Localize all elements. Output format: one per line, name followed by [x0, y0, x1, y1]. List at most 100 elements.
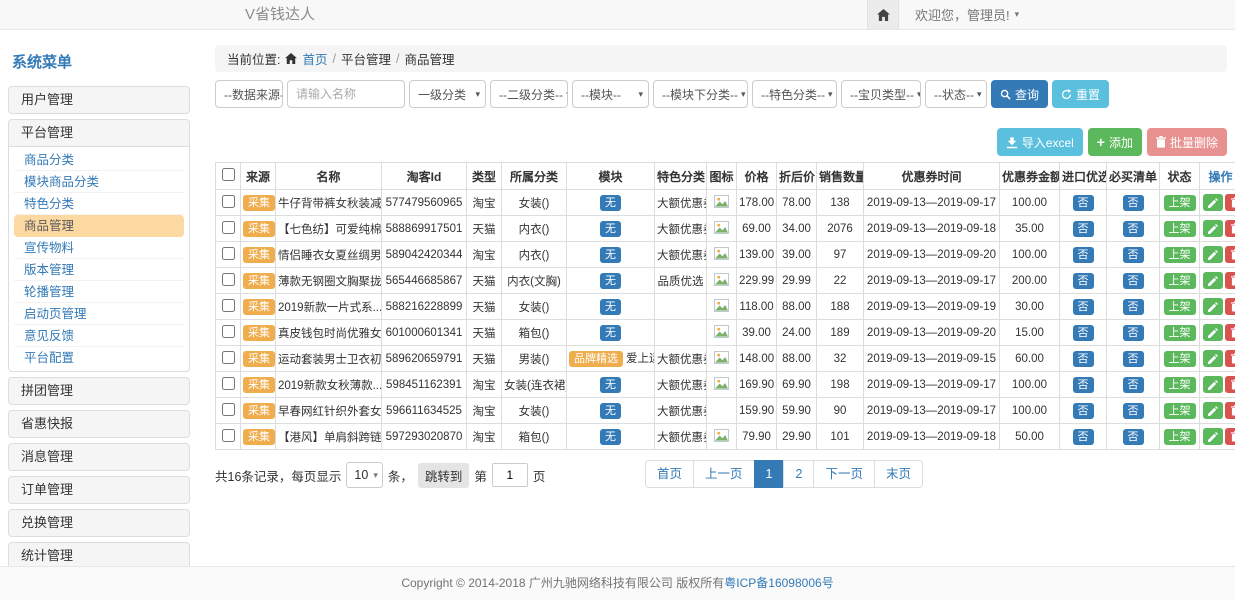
must-buy-badge[interactable]: 否 [1123, 403, 1144, 419]
delete-button[interactable] [1225, 194, 1235, 211]
delete-button[interactable] [1225, 428, 1235, 445]
reset-button[interactable]: 重置 [1052, 80, 1109, 108]
icp-link[interactable]: 粤ICP备16098006号 [724, 576, 833, 590]
must-buy-badge[interactable]: 否 [1123, 325, 1144, 341]
home-button[interactable] [867, 0, 899, 29]
select-all-checkbox[interactable] [222, 168, 235, 181]
sidebar-item-order-mgmt[interactable]: 订单管理 [9, 477, 189, 503]
edit-button[interactable] [1203, 298, 1223, 315]
sidebar-item-exchange-mgmt[interactable]: 兑换管理 [9, 510, 189, 536]
import-excel-button[interactable]: 导入excel [997, 128, 1083, 156]
pager-first[interactable]: 首页 [645, 460, 694, 488]
row-checkbox[interactable] [222, 221, 235, 234]
edit-button[interactable] [1203, 246, 1223, 263]
row-checkbox[interactable] [222, 377, 235, 390]
sidebar-subitem-version-mgmt[interactable]: 版本管理 [14, 259, 184, 281]
must-buy-badge[interactable]: 否 [1123, 429, 1144, 445]
delete-button[interactable] [1225, 272, 1235, 289]
edit-button[interactable] [1203, 194, 1223, 211]
import-select-badge[interactable]: 否 [1073, 221, 1094, 237]
sidebar-subitem-carousel-mgmt[interactable]: 轮播管理 [14, 281, 184, 303]
must-buy-badge[interactable]: 否 [1123, 247, 1144, 263]
filter-select-status[interactable]: --状态--▾ [925, 80, 987, 108]
status-badge[interactable]: 上架 [1164, 273, 1196, 289]
filter-select-data-source[interactable]: --数据来源--▾ [215, 80, 283, 108]
delete-button[interactable] [1225, 324, 1235, 341]
batch-delete-button[interactable]: 批量删除 [1147, 128, 1227, 156]
status-badge[interactable]: 上架 [1164, 403, 1196, 419]
filter-select-level2-category[interactable]: --二级分类--▾ [490, 80, 568, 108]
import-select-badge[interactable]: 否 [1073, 377, 1094, 393]
row-checkbox[interactable] [222, 299, 235, 312]
pager-page-1[interactable]: 1 [754, 460, 785, 488]
status-badge[interactable]: 上架 [1164, 195, 1196, 211]
sidebar-subitem-goods-mgmt[interactable]: 商品管理 [14, 215, 184, 237]
delete-button[interactable] [1225, 220, 1235, 237]
delete-button[interactable] [1225, 298, 1235, 315]
pager-last[interactable]: 末页 [874, 460, 923, 488]
import-select-badge[interactable]: 否 [1073, 299, 1094, 315]
filter-select-level1-category[interactable]: 一级分类▾ [409, 80, 486, 108]
import-select-badge[interactable]: 否 [1073, 429, 1094, 445]
sidebar-item-message-mgmt[interactable]: 消息管理 [9, 444, 189, 470]
import-select-badge[interactable]: 否 [1073, 195, 1094, 211]
row-checkbox[interactable] [222, 429, 235, 442]
import-select-badge[interactable]: 否 [1073, 325, 1094, 341]
status-badge[interactable]: 上架 [1164, 377, 1196, 393]
search-button[interactable]: 查询 [991, 80, 1048, 108]
row-checkbox[interactable] [222, 325, 235, 338]
pager-prev[interactable]: 上一页 [693, 460, 755, 488]
breadcrumb-home-link[interactable]: 首页 [302, 49, 327, 68]
import-select-badge[interactable]: 否 [1073, 273, 1094, 289]
row-checkbox[interactable] [222, 403, 235, 416]
product-name-input[interactable] [287, 80, 405, 108]
status-badge[interactable]: 上架 [1164, 325, 1196, 341]
row-checkbox[interactable] [222, 195, 235, 208]
status-badge[interactable]: 上架 [1164, 299, 1196, 315]
filter-select-module-subcategory[interactable]: --模块下分类--▾ [653, 80, 748, 108]
filter-select-item-type[interactable]: --宝贝类型--▾ [841, 80, 921, 108]
must-buy-badge[interactable]: 否 [1123, 221, 1144, 237]
filter-select-module[interactable]: --模块--▾ [572, 80, 649, 108]
status-badge[interactable]: 上架 [1164, 351, 1196, 367]
edit-button[interactable] [1203, 402, 1223, 419]
sidebar-subitem-feedback[interactable]: 意见反馈 [14, 325, 184, 347]
pager-next[interactable]: 下一页 [813, 460, 875, 488]
edit-button[interactable] [1203, 428, 1223, 445]
sidebar-subitem-splash-mgmt[interactable]: 启动页管理 [14, 303, 184, 325]
jump-button[interactable]: 跳转到 [418, 463, 470, 488]
sidebar-subitem-platform-config[interactable]: 平台配置 [14, 347, 184, 369]
edit-button[interactable] [1203, 220, 1223, 237]
import-select-badge[interactable]: 否 [1073, 351, 1094, 367]
row-checkbox[interactable] [222, 273, 235, 286]
delete-button[interactable] [1225, 376, 1235, 393]
delete-button[interactable] [1225, 350, 1235, 367]
filter-select-feature-category[interactable]: --特色分类--▾ [752, 80, 837, 108]
edit-button[interactable] [1203, 376, 1223, 393]
row-checkbox[interactable] [222, 247, 235, 260]
must-buy-badge[interactable]: 否 [1123, 195, 1144, 211]
per-page-select[interactable]: 10 ▾ [346, 462, 382, 488]
edit-button[interactable] [1203, 324, 1223, 341]
must-buy-badge[interactable]: 否 [1123, 299, 1144, 315]
add-button[interactable]: + 添加 [1088, 128, 1142, 156]
sidebar-item-savings-news[interactable]: 省惠快报 [9, 411, 189, 437]
status-badge[interactable]: 上架 [1164, 429, 1196, 445]
status-badge[interactable]: 上架 [1164, 221, 1196, 237]
sidebar-item-platform-mgmt[interactable]: 平台管理 [9, 120, 189, 146]
edit-button[interactable] [1203, 272, 1223, 289]
import-select-badge[interactable]: 否 [1073, 247, 1094, 263]
delete-button[interactable] [1225, 246, 1235, 263]
sidebar-subitem-goods-category[interactable]: 商品分类 [14, 149, 184, 171]
page-input[interactable] [492, 463, 528, 487]
sidebar-subitem-module-goods-category[interactable]: 模块商品分类 [14, 171, 184, 193]
edit-button[interactable] [1203, 350, 1223, 367]
delete-button[interactable] [1225, 402, 1235, 419]
must-buy-badge[interactable]: 否 [1123, 377, 1144, 393]
sidebar-item-groupbuy-mgmt[interactable]: 拼团管理 [9, 378, 189, 404]
user-dropdown[interactable]: 欢迎您，管理员! ▾ [915, 5, 1019, 24]
sidebar-item-user-mgmt[interactable]: 用户管理 [9, 87, 189, 113]
sidebar-subitem-promo-material[interactable]: 宣传物料 [14, 237, 184, 259]
must-buy-badge[interactable]: 否 [1123, 273, 1144, 289]
must-buy-badge[interactable]: 否 [1123, 351, 1144, 367]
